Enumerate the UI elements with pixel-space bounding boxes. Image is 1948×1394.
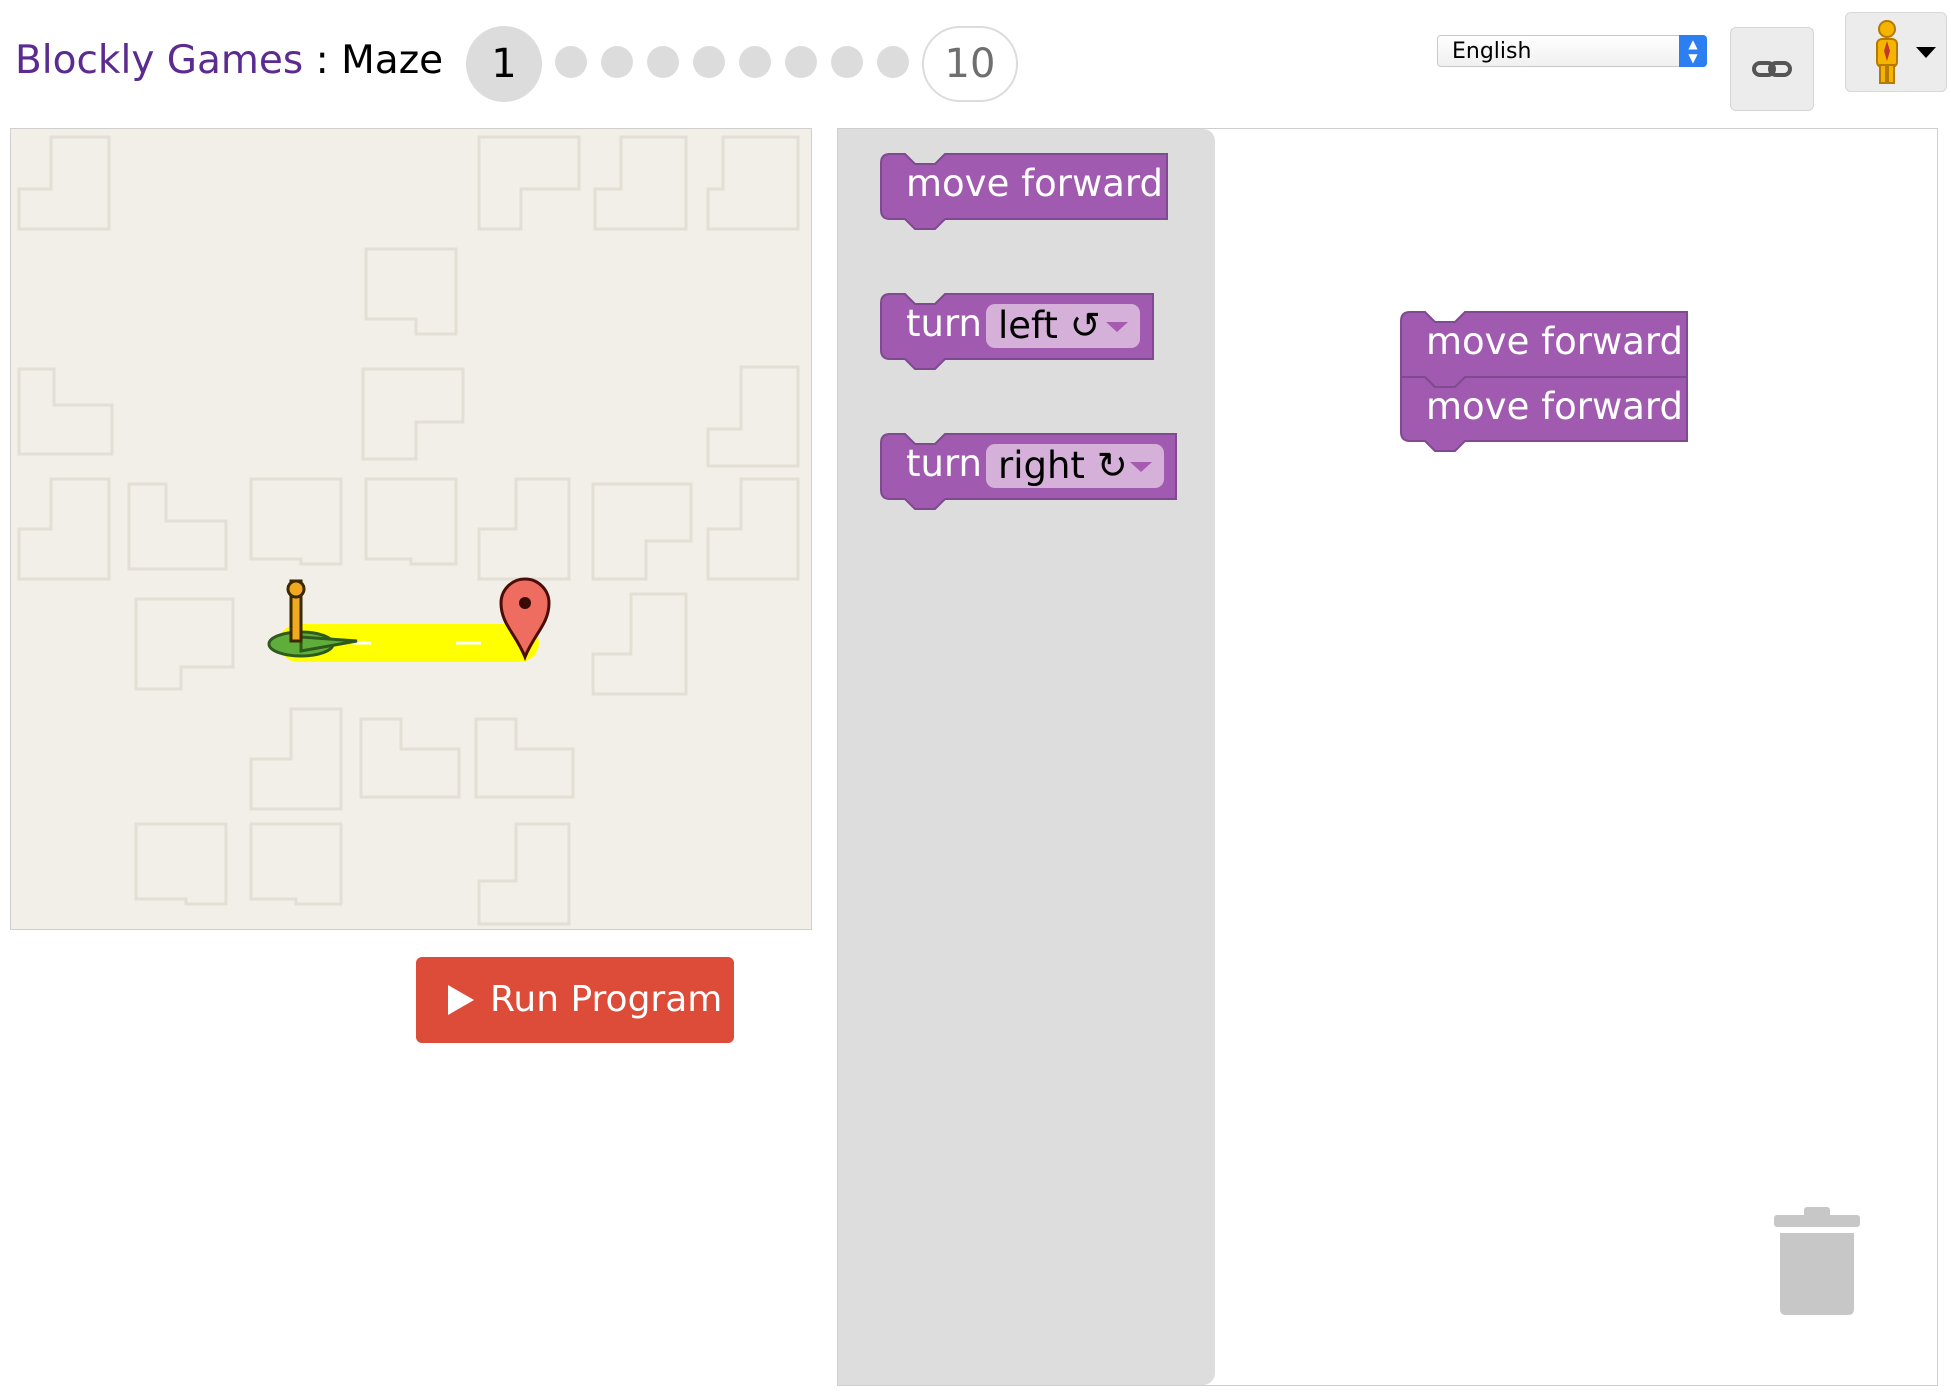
- level-dot[interactable]: [785, 46, 817, 78]
- pegman-menu-button[interactable]: [1845, 12, 1947, 92]
- block-label: move forward: [1426, 385, 1683, 428]
- link-button[interactable]: [1730, 27, 1814, 111]
- game-name: Maze: [341, 38, 444, 83]
- dropdown-value: left ↺: [998, 304, 1101, 347]
- maze-board: [10, 128, 812, 930]
- level-dot[interactable]: [555, 46, 587, 78]
- level-dot[interactable]: [877, 46, 909, 78]
- direction-dropdown[interactable]: left ↺: [986, 304, 1140, 348]
- play-icon: [448, 985, 474, 1015]
- page-title: Blockly Games : Maze: [15, 34, 443, 88]
- level-dot[interactable]: [831, 46, 863, 78]
- select-arrows-icon: ▲ ▼: [1679, 35, 1707, 67]
- block-label: move forward: [1426, 320, 1683, 363]
- trash-can-icon[interactable]: [1772, 1205, 1862, 1317]
- start-marker-icon: [267, 579, 358, 658]
- run-program-label: Run Program: [490, 979, 723, 1020]
- dropdown-caret-icon: [1106, 322, 1128, 332]
- pegman-icon: [1876, 20, 1898, 84]
- language-select[interactable]: English ▲ ▼: [1437, 35, 1707, 67]
- level-dot[interactable]: [693, 46, 725, 78]
- toolbox-block-move-forward[interactable]: move forward: [880, 153, 1170, 235]
- block-label: turn: [906, 302, 982, 345]
- chevron-down-icon: [1916, 47, 1936, 58]
- toolbox-block-turn-right[interactable]: turn right ↻: [880, 433, 1178, 515]
- trash-shape: [1774, 1207, 1860, 1315]
- level-1-current[interactable]: 1: [466, 26, 542, 102]
- level-dot[interactable]: [739, 46, 771, 78]
- brand-link[interactable]: Blockly Games: [15, 38, 303, 83]
- dropdown-value: right ↻: [998, 444, 1128, 487]
- link-icon: [1752, 61, 1792, 77]
- block-label: turn: [906, 442, 982, 485]
- dropdown-caret-icon: [1130, 462, 1152, 472]
- level-dot[interactable]: [647, 46, 679, 78]
- run-program-button[interactable]: Run Program: [416, 957, 734, 1043]
- workspace-block-stack[interactable]: move forward move forward: [1400, 311, 1690, 457]
- language-selected: English: [1452, 39, 1532, 64]
- maze-tiles: [17, 135, 800, 926]
- level-10-link[interactable]: 10: [922, 26, 1018, 102]
- title-separator: :: [303, 38, 342, 83]
- direction-dropdown[interactable]: right ↻: [986, 444, 1164, 488]
- toolbox-block-turn-left[interactable]: turn left ↺: [880, 293, 1155, 375]
- level-dot[interactable]: [601, 46, 633, 78]
- block-label: move forward: [906, 162, 1163, 205]
